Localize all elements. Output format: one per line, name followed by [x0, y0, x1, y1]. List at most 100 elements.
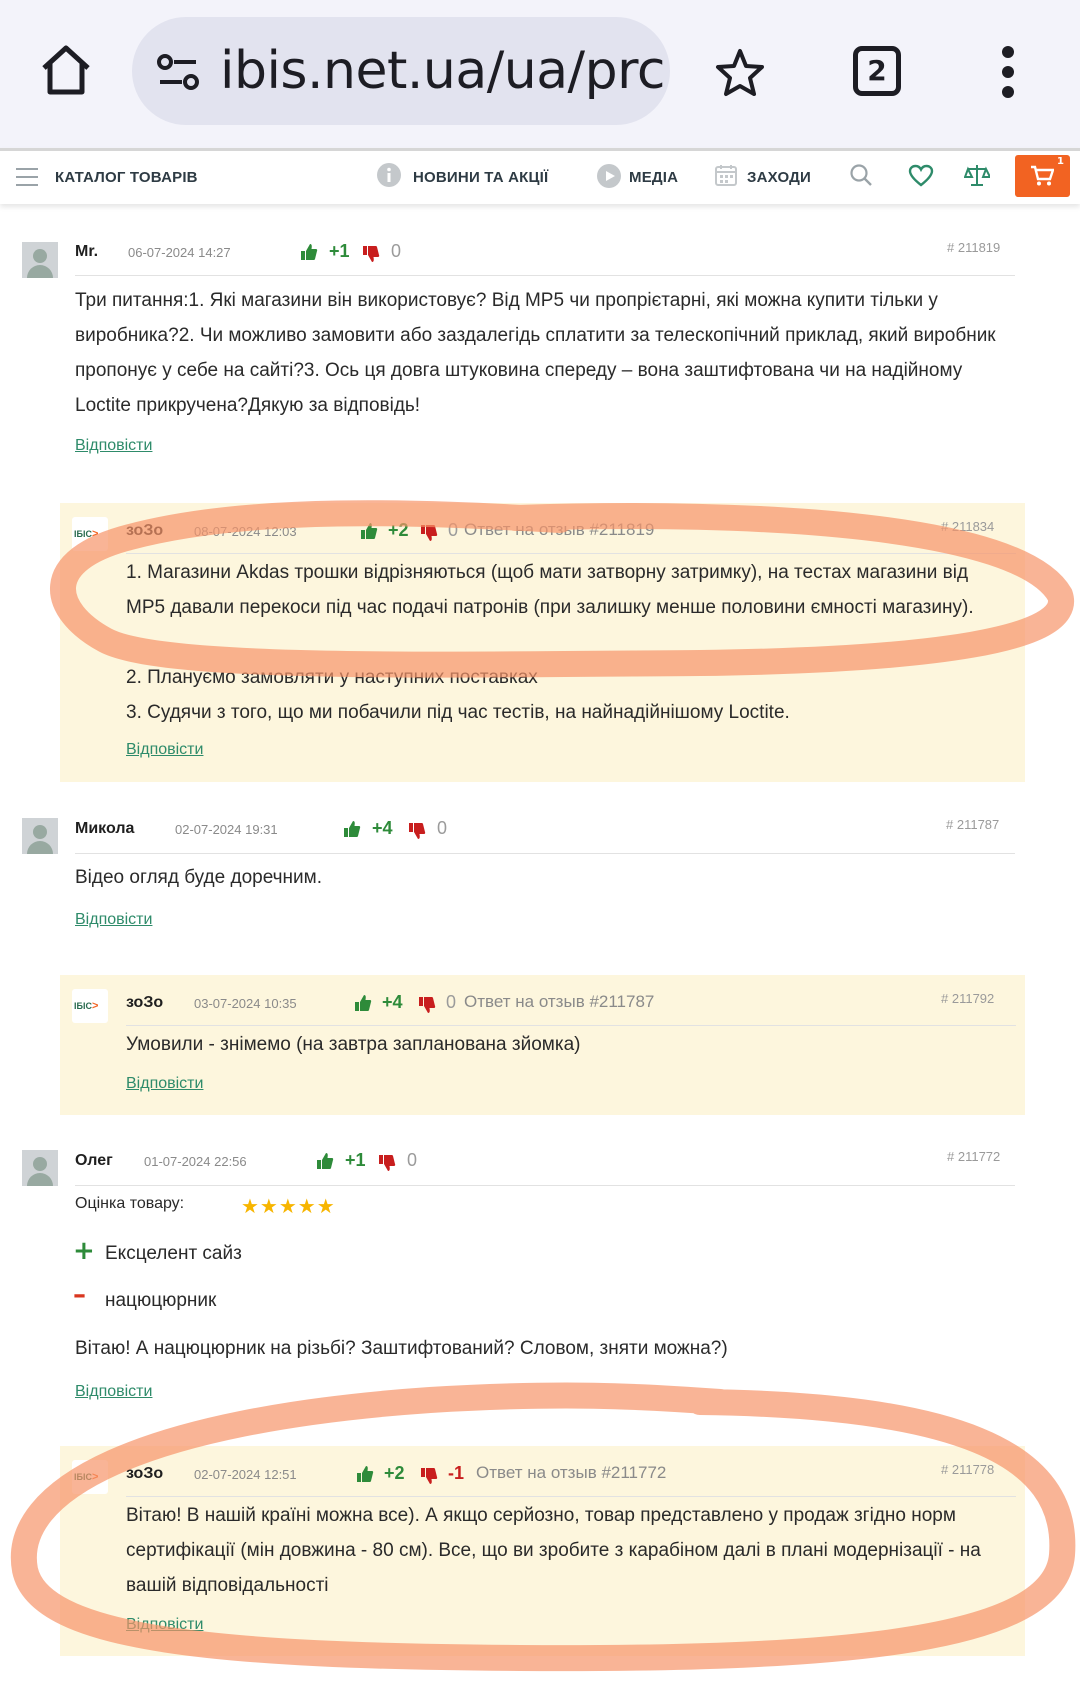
reply-text-3: 3. Судячи з того, що ми побачили під час… — [126, 702, 790, 723]
compare-icon[interactable] — [964, 162, 990, 188]
play-icon — [597, 164, 621, 188]
reply-date: 02-07-2024 12:51 — [194, 1467, 297, 1482]
reply-date: 03-07-2024 10:35 — [194, 996, 297, 1011]
reply-header: зоЗо 08-07-2024 12:03 +2 0 Ответ на отзы… — [126, 519, 1016, 549]
site-navigation: КАТАЛОГ ТОВАРІВ НОВИНИ ТА АКЦІЇ МЕДІА ЗА… — [0, 148, 1080, 204]
reply-link[interactable]: Відповісти — [75, 437, 152, 455]
avatar — [22, 818, 58, 854]
dislikes-count: 0 — [448, 520, 459, 540]
reply-link[interactable]: Відповісти — [126, 1075, 203, 1093]
star-icon[interactable] — [713, 46, 767, 100]
reply-header: зоЗо 03-07-2024 10:35 +4 0 Ответ на отзы… — [126, 991, 1016, 1021]
thumbs-down-icon[interactable] — [378, 1154, 396, 1172]
calendar-icon — [715, 165, 737, 186]
thumbs-down-icon[interactable] — [362, 245, 380, 263]
comment-date: 02-07-2024 19:31 — [175, 822, 278, 837]
more-vert-icon[interactable] — [998, 44, 1018, 100]
thumbs-up-icon[interactable] — [316, 1152, 334, 1170]
thumbs-down-icon[interactable] — [418, 996, 436, 1014]
reply-id: # 211834 — [941, 519, 995, 534]
nav-catalog[interactable]: КАТАЛОГ ТОВАРІВ — [55, 169, 198, 186]
address-bar[interactable]: ibis.net.ua/ua/prc — [132, 17, 670, 125]
divider — [75, 1185, 1015, 1186]
cons-text: нацюцюрник — [105, 1290, 217, 1311]
divider — [126, 1025, 1016, 1026]
reply-reference: Ответ на отзыв #211787 — [464, 992, 655, 1011]
nav-news[interactable]: НОВИНИ ТА АКЦІЇ — [413, 169, 548, 186]
ibis-logo: ІБІС> — [72, 989, 108, 1023]
comment-id: # 211819 — [947, 240, 1001, 255]
thumbs-up-icon[interactable] — [300, 243, 318, 261]
minus-icon: – — [73, 1280, 86, 1310]
reply-date: 08-07-2024 12:03 — [194, 524, 297, 539]
nav-media[interactable]: МЕДІА — [629, 169, 678, 186]
reply-link[interactable]: Відповісти — [75, 911, 152, 929]
heart-icon[interactable] — [908, 164, 934, 188]
likes-count: +2 — [388, 520, 409, 540]
reply-link[interactable]: Відповісти — [126, 1616, 203, 1634]
reply-text-1: 1. Магазини Akdas трошки відрізняються (… — [126, 562, 974, 618]
reply-author: зоЗо — [126, 522, 164, 539]
cart-button[interactable]: 1 — [1015, 155, 1070, 197]
comment-date: 06-07-2024 14:27 — [128, 245, 231, 260]
dislikes-count: 0 — [407, 1150, 418, 1170]
likes-count: +4 — [382, 992, 403, 1012]
reply-reference: Ответ на отзыв #211772 — [476, 1463, 667, 1482]
reply-text: Умовили - знімемо (на завтра запланована… — [126, 1034, 581, 1055]
avatar — [22, 1150, 58, 1186]
divider — [126, 1496, 1016, 1497]
comment-text: Три питання:1. Які магазини він використ… — [75, 290, 996, 416]
comment-date: 01-07-2024 22:56 — [144, 1154, 247, 1169]
reply-text: Вітаю! В нашій країні можна все). А якщо… — [126, 1505, 981, 1596]
pros-text: Ексцелент сайз — [105, 1243, 242, 1264]
ibis-logo: ІБІС> — [72, 1460, 108, 1494]
comment-text: Відео огляд буде доречним. — [75, 867, 322, 888]
comment-id: # 211787 — [946, 817, 1000, 832]
comment-author: Олег — [75, 1152, 113, 1169]
avatar — [22, 242, 58, 278]
info-icon — [377, 163, 401, 187]
rating-stars: ★★★★★ — [241, 1194, 336, 1218]
reply-author: зоЗо — [126, 1465, 164, 1482]
divider — [75, 853, 1015, 854]
reply-link[interactable]: Відповісти — [75, 1383, 152, 1401]
site-info-icon[interactable] — [156, 52, 200, 92]
reply-id: # 211778 — [941, 1462, 995, 1477]
hamburger-icon[interactable] — [16, 168, 38, 186]
dislikes-count: 0 — [446, 992, 457, 1012]
divider — [126, 553, 1016, 554]
likes-count: +1 — [345, 1150, 366, 1170]
rating-label: Оцінка товару: — [75, 1195, 185, 1212]
comment-text: Вітаю! А нацюцюрник на різьбі? Заштифтов… — [75, 1338, 728, 1359]
likes-count: +1 — [329, 241, 350, 261]
reply-box: ІБІС> зоЗо 02-07-2024 12:51 +2 -1 Ответ … — [60, 1446, 1025, 1656]
thumbs-down-icon[interactable] — [420, 524, 438, 542]
nav-events[interactable]: ЗАХОДИ — [747, 169, 811, 186]
reply-author: зоЗо — [126, 994, 164, 1011]
dislikes-count: -1 — [448, 1463, 465, 1483]
plus-icon: + — [73, 1236, 95, 1266]
likes-count: +4 — [372, 818, 393, 838]
dislikes-count: 0 — [437, 818, 448, 838]
cart-count: 1 — [1057, 156, 1064, 167]
thumbs-down-icon[interactable] — [408, 822, 426, 840]
thumbs-up-icon[interactable] — [343, 820, 361, 838]
browser-toolbar: ibis.net.ua/ua/prc 2 — [0, 0, 1080, 148]
thumbs-up-icon[interactable] — [354, 994, 372, 1012]
reply-reference: Ответ на отзыв #211819 — [464, 520, 655, 539]
reply-header: зоЗо 02-07-2024 12:51 +2 -1 Ответ на отз… — [126, 1462, 1016, 1492]
reply-box: ІБІС> зоЗо 08-07-2024 12:03 +2 0 Ответ н… — [60, 503, 1025, 782]
comment-author: Микола — [75, 820, 135, 837]
search-icon[interactable] — [849, 163, 873, 187]
thumbs-down-icon[interactable] — [420, 1467, 438, 1485]
thumbs-up-icon[interactable] — [360, 522, 378, 540]
reply-link[interactable]: Відповісти — [126, 741, 203, 759]
divider — [75, 275, 1015, 276]
dislikes-count: 0 — [391, 241, 402, 261]
cart-icon — [1031, 165, 1054, 186]
home-icon[interactable] — [38, 42, 94, 98]
thumbs-up-icon[interactable] — [356, 1465, 374, 1483]
tabs-icon[interactable]: 2 — [853, 46, 901, 96]
comment-id: # 211772 — [947, 1149, 1001, 1164]
reply-id: # 211792 — [941, 991, 995, 1006]
